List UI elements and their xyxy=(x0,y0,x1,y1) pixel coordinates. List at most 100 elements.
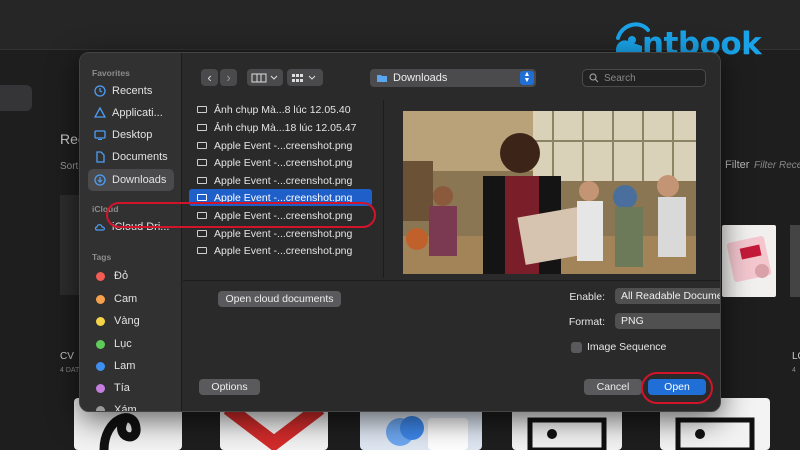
background-search-field xyxy=(0,85,32,111)
tag-dot-icon xyxy=(96,339,105,349)
chevron-left-icon: ‹ xyxy=(207,70,212,85)
image-file-icon xyxy=(197,177,207,184)
search-icon xyxy=(589,73,599,83)
location-dropdown[interactable]: Downloads ▲ ▼ xyxy=(370,69,536,87)
sidebar-tag-red[interactable]: Đỏ xyxy=(88,265,174,287)
enable-label: Enable: xyxy=(569,291,605,303)
sidebar-tag-blue[interactable]: Lam xyxy=(88,355,174,377)
chevron-right-icon: › xyxy=(226,70,231,85)
background-thumbnail xyxy=(60,195,80,295)
search-field[interactable]: Search xyxy=(582,69,706,87)
background-card-subtitle: 4 DAT xyxy=(60,367,80,374)
download-icon xyxy=(94,174,106,186)
dialog-main: ‹ › Downloads ▲ ▼ Search Ảnh chụp Mà...8 … xyxy=(183,53,720,411)
image-file-icon xyxy=(197,142,207,149)
background-thumbnail-edge xyxy=(790,225,800,297)
view-grid-button[interactable] xyxy=(287,69,323,86)
sidebar-item-downloads[interactable]: Downloads xyxy=(88,169,174,191)
section-separator xyxy=(183,280,720,281)
sidebar-item-label: Đỏ xyxy=(114,270,129,282)
sidebar-item-desktop[interactable]: Desktop xyxy=(88,124,174,146)
file-name: Apple Event -...creenshot.png xyxy=(214,244,353,257)
tag-dot-icon xyxy=(96,383,105,393)
sidebar-item-label: Documents xyxy=(112,151,168,163)
enable-dropdown[interactable]: All Readable Documents ▲▼ xyxy=(615,288,720,304)
search-placeholder: Search xyxy=(604,72,636,84)
open-button-highlight-ring xyxy=(641,372,713,404)
sidebar-item-label: Recents xyxy=(112,85,153,97)
dialog-sidebar: Favorites Recents Applicati... Desktop D… xyxy=(80,53,182,411)
background-thumbnail-sale xyxy=(722,225,776,297)
sidebar-item-label: Tía xyxy=(114,382,130,394)
sidebar-item-label: Xám xyxy=(114,404,137,412)
sidebar-item-label: Desktop xyxy=(112,129,153,141)
selected-file-highlight-ring xyxy=(106,202,376,228)
tag-dot-icon xyxy=(96,271,105,281)
updown-arrows-icon: ▲ ▼ xyxy=(520,71,534,85)
grid-view-icon xyxy=(292,73,316,82)
document-icon xyxy=(94,151,106,163)
sidebar-item-label: Lục xyxy=(114,338,132,350)
sidebar-item-label: Downloads xyxy=(112,174,167,186)
file-name: Apple Event -...creenshot.png xyxy=(214,139,353,152)
file-row[interactable]: Apple Event -...creenshot.png xyxy=(189,154,379,171)
sidebar-item-recents[interactable]: Recents xyxy=(88,80,174,102)
options-button[interactable]: Options xyxy=(199,379,260,395)
background-card-title-right: LO xyxy=(792,351,800,362)
image-sequence-checkbox[interactable] xyxy=(571,342,582,353)
image-file-icon xyxy=(197,124,207,131)
file-list: Ảnh chụp Mà...8 lúc 12.05.40 Ảnh chụp Mà… xyxy=(183,100,381,280)
favorites-heading: Favorites xyxy=(92,68,130,78)
tag-dot-icon xyxy=(96,294,105,304)
sidebar-item-label: Cam xyxy=(114,293,138,305)
file-row[interactable]: Apple Event -...creenshot.png xyxy=(189,242,379,259)
sidebar-item-applications[interactable]: Applicati... xyxy=(88,102,174,124)
applications-icon xyxy=(94,107,106,119)
file-row[interactable]: Ảnh chụp Mà...18 lúc 12.05.47 xyxy=(189,119,379,136)
format-value: PNG xyxy=(621,315,644,327)
enable-value: All Readable Documents xyxy=(621,290,720,302)
tag-dot-icon xyxy=(96,361,105,371)
sidebar-item-label: Vàng xyxy=(114,315,140,327)
background-card-title: CV xyxy=(60,351,74,362)
file-name: Ảnh chụp Mà...8 lúc 12.05.40 xyxy=(214,103,351,116)
background-card-subtitle-right: 4 xyxy=(792,367,796,374)
tag-dot-icon xyxy=(96,316,105,326)
sidebar-item-documents[interactable]: Documents xyxy=(88,146,174,168)
sidebar-item-label: Applicati... xyxy=(112,107,163,119)
columns-view-icon xyxy=(251,73,278,82)
image-file-icon xyxy=(197,247,207,254)
location-label: Downloads xyxy=(393,72,448,84)
image-file-icon xyxy=(197,159,207,166)
folder-icon xyxy=(377,75,387,82)
file-preview-image xyxy=(403,111,696,274)
file-name: Ảnh chụp Mà...18 lúc 12.05.47 xyxy=(214,121,357,134)
cloud-icon xyxy=(94,221,106,233)
tag-dot-icon xyxy=(96,405,105,411)
desktop-icon xyxy=(94,129,106,141)
open-file-dialog: Favorites Recents Applicati... Desktop D… xyxy=(79,52,721,412)
image-file-icon xyxy=(197,194,207,201)
format-dropdown[interactable]: PNG ▲▼ xyxy=(615,313,720,329)
cancel-button[interactable]: Cancel xyxy=(584,379,642,395)
forward-button[interactable]: › xyxy=(220,69,237,86)
back-button[interactable]: ‹ xyxy=(201,69,218,86)
image-file-icon xyxy=(197,230,207,237)
sidebar-tag-purple[interactable]: Tía xyxy=(88,377,174,399)
sidebar-tag-orange[interactable]: Cam xyxy=(88,288,174,310)
sidebar-tag-yellow[interactable]: Vàng xyxy=(88,310,174,332)
image-sequence-label: Image Sequence xyxy=(587,341,667,353)
format-label: Format: xyxy=(568,316,605,328)
file-row[interactable]: Apple Event -...creenshot.png xyxy=(189,137,379,154)
sidebar-tag-gray[interactable]: Xám xyxy=(88,399,174,412)
file-name: Apple Event -...creenshot.png xyxy=(214,156,353,169)
open-cloud-documents-button[interactable]: Open cloud documents xyxy=(218,291,341,307)
file-name: Apple Event -...creenshot.png xyxy=(214,174,353,187)
clock-icon xyxy=(94,85,106,97)
view-columns-button[interactable] xyxy=(247,69,283,86)
sidebar-tag-green[interactable]: Lục xyxy=(88,333,174,355)
file-row[interactable]: Ảnh chụp Mà...8 lúc 12.05.40 xyxy=(189,101,379,118)
sidebar-item-label: Lam xyxy=(114,360,136,372)
image-file-icon xyxy=(197,106,207,113)
file-row[interactable]: Apple Event -...creenshot.png xyxy=(189,172,379,189)
